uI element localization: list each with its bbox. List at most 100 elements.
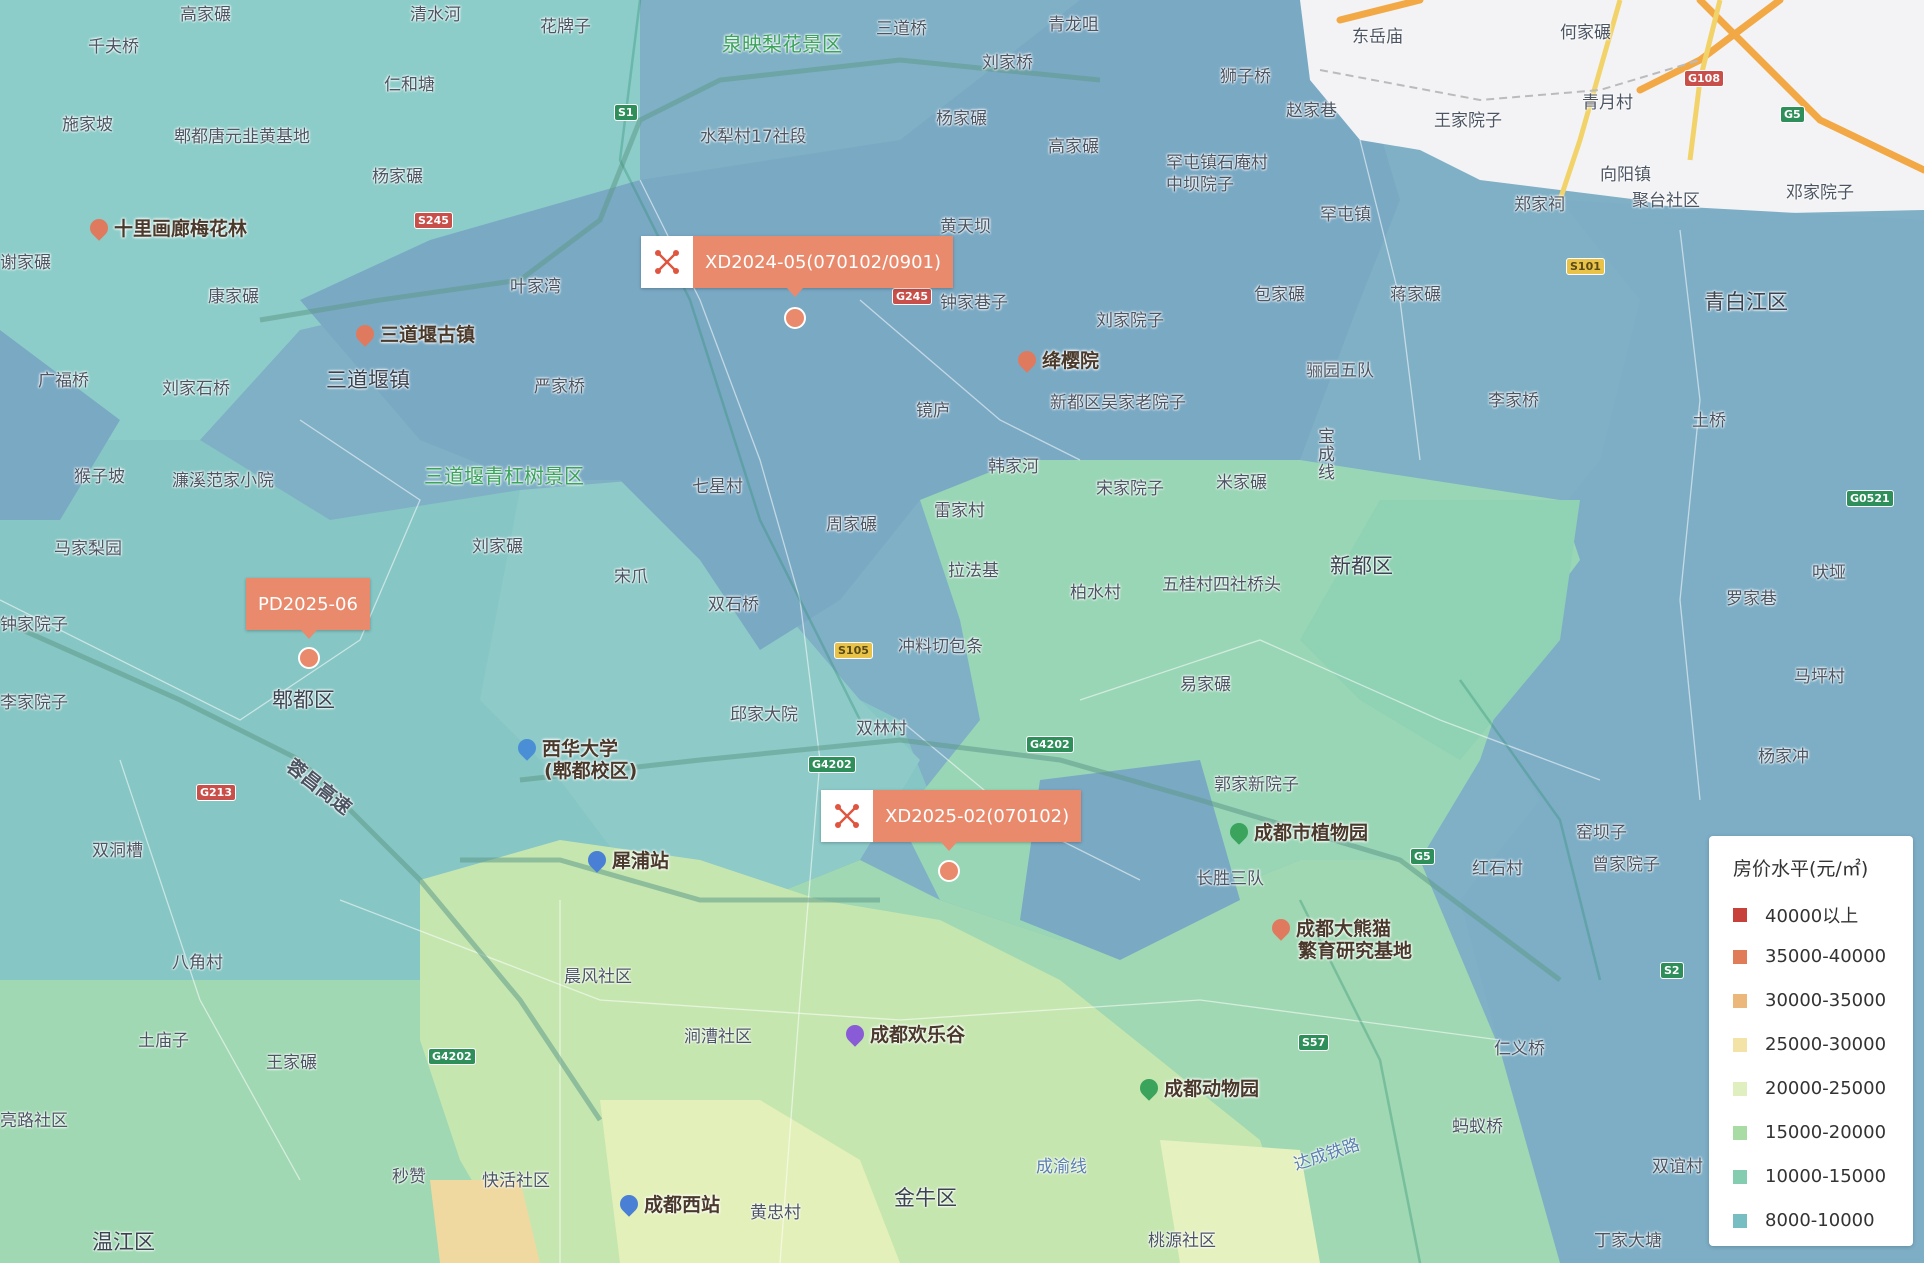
metro-station-icon: [584, 847, 610, 873]
legend-item[interactable]: 40000以上: [1733, 902, 1858, 928]
highway-shield: G108: [1684, 70, 1724, 87]
park-pin-icon: [1226, 819, 1252, 845]
place-label: 罕屯镇: [1320, 205, 1371, 225]
highway-shield: S1: [614, 104, 638, 121]
place-label: 高家碾: [180, 5, 231, 25]
poi-metro[interactable]: 犀浦站: [584, 846, 669, 873]
zoo-pin-icon: [1136, 1075, 1162, 1101]
district-label: 青白江区: [1704, 290, 1788, 314]
place-label: 濂溪范家小院: [172, 471, 274, 491]
place-label: 向阳镇: [1600, 165, 1651, 185]
place-label: 涧漕社区: [684, 1027, 752, 1047]
place-label: 红石村: [1472, 859, 1523, 879]
place-label: 青龙咀: [1048, 15, 1099, 35]
legend-item[interactable]: 20000-25000: [1733, 1078, 1886, 1099]
amusement-pin-icon: [842, 1021, 868, 1047]
poi-scenic[interactable]: 三道堰古镇: [352, 320, 475, 347]
marker-pointer: [941, 842, 957, 851]
place-label: 刘家桥: [982, 53, 1033, 73]
marker-pointer: [787, 288, 803, 297]
poi-scenic[interactable]: 十里画廊梅花林: [86, 214, 247, 241]
place-label: 柏水村: [1070, 583, 1121, 603]
place-label: 蒋家碾: [1390, 285, 1441, 305]
highway-shield: G4202: [1026, 736, 1074, 753]
highway-shield: S245: [414, 212, 453, 229]
marker-label-box[interactable]: XD2025-02(070102): [821, 790, 1082, 842]
place-label: 仁义桥: [1494, 1039, 1545, 1059]
place-label: 叶家湾: [510, 277, 561, 297]
place-label: 骊园五队: [1306, 361, 1374, 381]
place-label: 曾家院子: [1592, 855, 1660, 875]
place-label: 长胜三队: [1196, 869, 1264, 889]
place-label: 仁和塘: [384, 75, 435, 95]
place-label: 包家碾: [1254, 285, 1305, 305]
place-label: 谢家碾: [0, 253, 51, 273]
place-label: 刘家石桥: [162, 379, 230, 399]
place-label: 易家碾: [1180, 675, 1231, 695]
place-label: 罕屯镇石庵村中坝院子: [1166, 153, 1268, 195]
marker-pointer: [301, 630, 317, 639]
place-label: 高家碾: [1048, 137, 1099, 157]
poi-scenic[interactable]: 成都大熊猫 繁育研究基地: [1268, 915, 1412, 962]
railway-label: 成渝线: [1036, 1157, 1087, 1177]
place-label: 镜庐: [916, 401, 950, 421]
place-label: 八角村: [172, 953, 223, 973]
place-label: 罗家巷: [1726, 589, 1777, 609]
place-label: 七星村: [692, 477, 743, 497]
marker-dot[interactable]: [298, 647, 320, 669]
place-label: 花牌子: [540, 17, 591, 37]
marker-dot[interactable]: [784, 307, 806, 329]
legend-swatch: [1733, 1213, 1747, 1228]
place-label: 宋爪: [614, 567, 648, 587]
marker-label-box[interactable]: PD2025-06: [246, 578, 370, 630]
legend-item[interactable]: 8000-10000: [1733, 1210, 1875, 1231]
place-label: 聚台社区: [1632, 191, 1700, 211]
legend-swatch: [1733, 1125, 1747, 1140]
legend-item[interactable]: 15000-20000: [1733, 1122, 1886, 1143]
highway-shield: S105: [834, 642, 873, 659]
place-label: 邱家大院: [730, 705, 798, 725]
place-label: 吠垭: [1812, 563, 1846, 583]
place-label: 刘家院子: [1096, 311, 1164, 331]
land-parcel-icon: [641, 236, 693, 288]
place-label: 钟家巷子: [940, 293, 1008, 313]
place-label: 双林村: [856, 719, 907, 739]
place-label: 黄忠村: [750, 1203, 801, 1223]
highway-shield: G4202: [808, 756, 856, 773]
poi-amusement[interactable]: 成都欢乐谷: [842, 1020, 965, 1047]
district-label: 温江区: [92, 1230, 155, 1254]
legend-item[interactable]: 35000-40000: [1733, 946, 1886, 967]
place-label: 韩家河: [988, 457, 1039, 477]
place-label: 郭家新院子: [1214, 775, 1299, 795]
district-label: 新都区: [1330, 554, 1393, 578]
place-label: 拉法基: [948, 561, 999, 581]
poi-school[interactable]: 西华大学 (郫都校区): [514, 735, 637, 782]
place-label: 土桥: [1692, 411, 1726, 431]
poi-park[interactable]: 成都市植物园: [1226, 818, 1368, 845]
legend-title: 房价水平(元/㎡): [1733, 858, 1869, 880]
highway-shield: G213: [196, 784, 236, 801]
poi-railway-station[interactable]: 成都西站: [616, 1190, 720, 1217]
legend-item[interactable]: 10000-15000: [1733, 1166, 1886, 1187]
legend-item[interactable]: 30000-35000: [1733, 990, 1886, 1011]
place-label: 钟家院子: [0, 615, 68, 635]
marker-label-box[interactable]: XD2024-05(070102/0901): [641, 236, 954, 288]
scenic-pin-icon: [86, 215, 112, 241]
legend-swatch: [1733, 993, 1747, 1008]
poi-zoo[interactable]: 成都动物园: [1136, 1074, 1259, 1101]
scenic-area-label: 三道堰青杠树景区: [424, 464, 584, 488]
legend-swatch: [1733, 1169, 1747, 1184]
marker-dot[interactable]: [938, 860, 960, 882]
place-label: 广福桥: [38, 371, 89, 391]
price-legend: 房价水平(元/㎡) 40000以上 35000-40000 30000-3500…: [1709, 836, 1913, 1246]
railway-label: 宝成线: [1318, 427, 1335, 483]
place-label: 秒赞: [392, 1167, 426, 1187]
poi-scenic[interactable]: 绛樱院: [1014, 346, 1099, 373]
legend-item[interactable]: 25000-30000: [1733, 1034, 1886, 1055]
school-pin-icon: [514, 735, 540, 761]
place-label: 丁家大塘: [1594, 1231, 1662, 1251]
place-label: 王家院子: [1434, 111, 1502, 131]
highway-shield: G4202: [428, 1048, 476, 1065]
railway-station-icon: [616, 1191, 642, 1217]
district-label: 金牛区: [894, 1186, 957, 1210]
